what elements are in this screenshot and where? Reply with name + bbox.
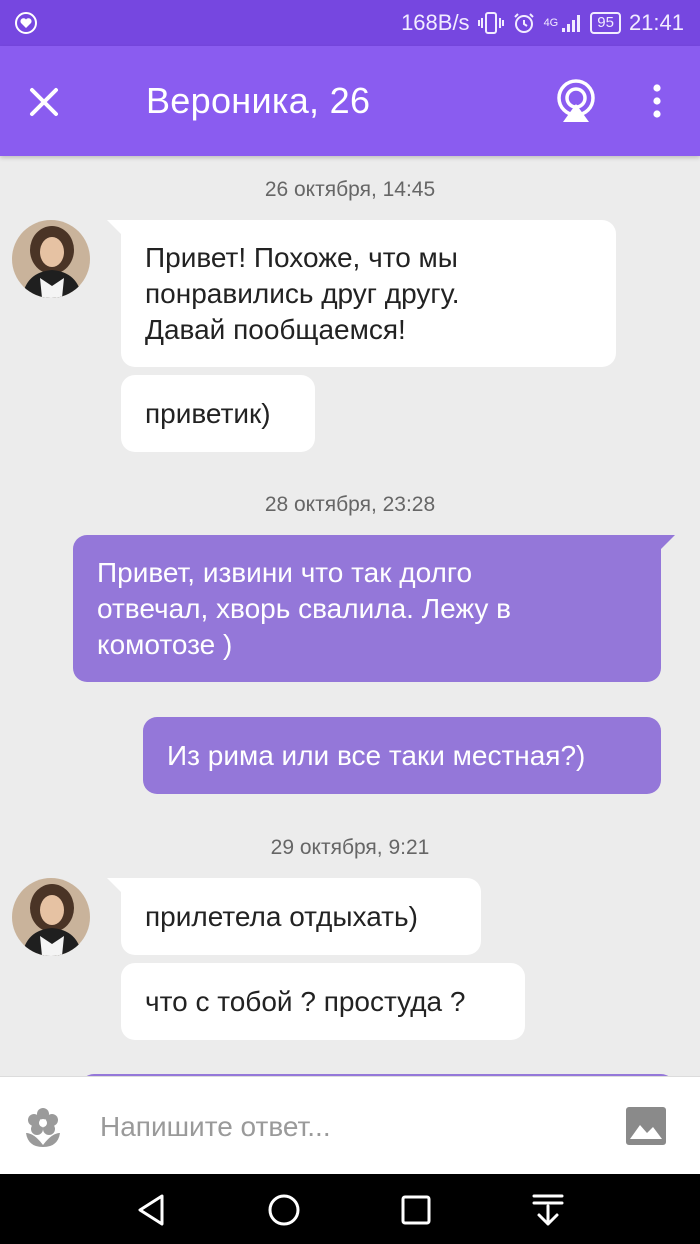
- status-icons: 168B/s 4G 95 21:41: [401, 0, 684, 46]
- recents-icon[interactable]: [394, 1188, 438, 1232]
- live-stream-icon[interactable]: [553, 76, 599, 124]
- back-icon[interactable]: [130, 1188, 174, 1232]
- network-speed: 168B/s: [401, 10, 470, 35]
- message-bubble-incoming[interactable]: что с тобой ? простуда ?: [121, 963, 525, 1040]
- message-composer: [0, 1076, 700, 1175]
- date-separator: 26 октября, 14:45: [264, 178, 436, 201]
- status-bar: 168B/s 4G 95 21:41: [0, 0, 700, 46]
- more-vert-icon[interactable]: [645, 82, 669, 122]
- home-icon[interactable]: [262, 1188, 306, 1232]
- alarm-icon: [513, 13, 534, 33]
- message-bubble-incoming[interactable]: прилетела отдыхать): [107, 878, 481, 955]
- system-navigation-bar: [0, 1174, 700, 1244]
- vibrate-icon: [477, 12, 504, 34]
- message-list[interactable]: 26 октября, 14:45 Привет! Похоже, что мы…: [0, 156, 700, 1076]
- chat-title[interactable]: Вероника, 26: [146, 80, 370, 122]
- close-icon[interactable]: [24, 82, 64, 122]
- avatar[interactable]: [12, 220, 90, 298]
- notification-shade-icon[interactable]: [526, 1188, 570, 1232]
- battery-icon: 95: [590, 12, 621, 34]
- signal-icon: [562, 15, 581, 32]
- date-separator: 29 октября, 9:21: [270, 836, 430, 859]
- message-input[interactable]: [98, 1103, 602, 1151]
- message-bubble-outgoing[interactable]: Из рима или все таки местная?): [143, 717, 661, 794]
- avatar[interactable]: [12, 878, 90, 956]
- heart-icon: [15, 12, 37, 34]
- message-bubble-incoming[interactable]: Привет! Похоже, что мы понравились друг …: [107, 220, 616, 367]
- image-attach-icon[interactable]: [626, 1107, 666, 1145]
- message-bubble-outgoing[interactable]: Привет, извини что так долго отвечал, хв…: [73, 535, 675, 682]
- network-type-icon: 4G: [543, 16, 559, 29]
- clock: 21:41: [628, 10, 684, 35]
- flower-sticker-icon[interactable]: [22, 1105, 64, 1147]
- message-bubble-incoming[interactable]: приветик): [121, 375, 315, 452]
- app-bar: Вероника, 26: [0, 46, 700, 156]
- date-separator: 28 октября, 23:28: [264, 493, 436, 516]
